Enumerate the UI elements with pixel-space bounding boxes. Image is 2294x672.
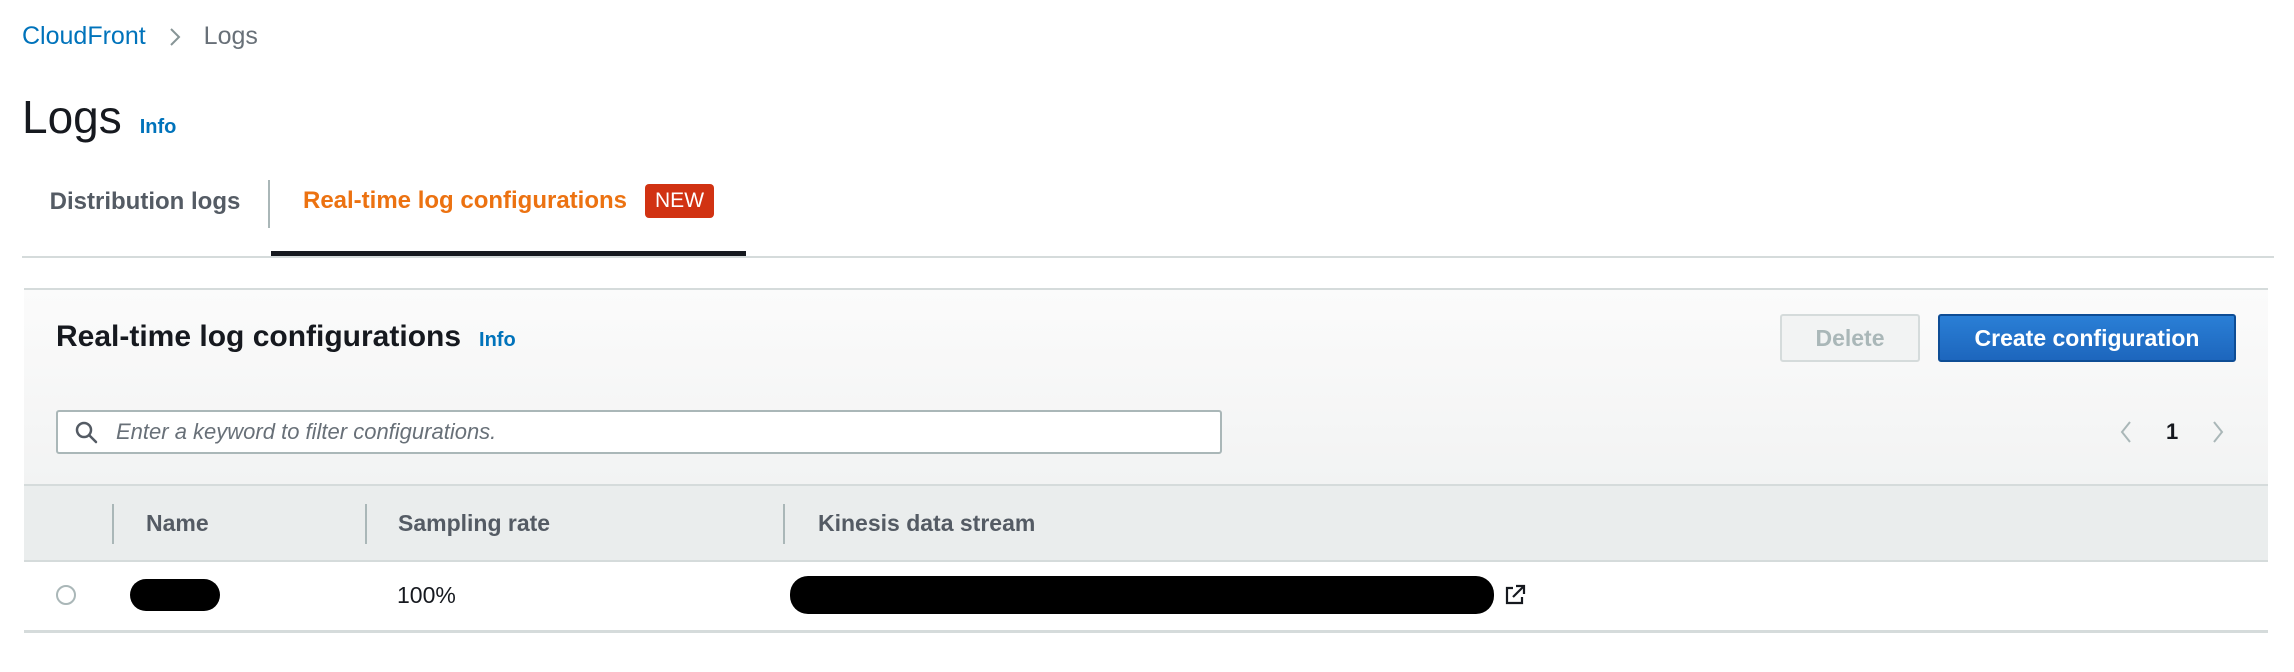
- tab-real-time-log-configurations[interactable]: Real-time log configurations NEW: [271, 176, 746, 256]
- tab-label: Real-time log configurations: [302, 186, 628, 214]
- new-badge: NEW: [645, 183, 715, 218]
- sampling-rate-cell: 100%: [397, 581, 456, 608]
- current-page-number[interactable]: 1: [2166, 419, 2178, 445]
- chevron-left-icon[interactable]: [2116, 417, 2136, 447]
- search-field[interactable]: [56, 410, 1222, 454]
- page: CloudFront Logs Logs Info Distribution l…: [0, 0, 2294, 672]
- chevron-right-icon: [168, 26, 182, 48]
- redacted-name: [130, 579, 220, 611]
- column-header-sampling-rate[interactable]: Sampling rate: [398, 486, 550, 560]
- chevron-right-icon[interactable]: [2208, 417, 2228, 447]
- tabs: Distribution logs Real-time log configur…: [22, 176, 2274, 258]
- section-header: Real-time log configurations Info: [56, 320, 516, 354]
- section-info-link[interactable]: Info: [479, 329, 516, 352]
- column-separator: [783, 504, 785, 544]
- delete-button[interactable]: Delete: [1780, 314, 1920, 362]
- name-cell: [130, 562, 220, 628]
- breadcrumb-current: Logs: [203, 22, 258, 50]
- tab-divider: [268, 180, 270, 228]
- configurations-table-container: Real-time log configurations Info Delete…: [24, 288, 2268, 633]
- tab-inner: Real-time log configurations NEW: [302, 183, 715, 218]
- breadcrumb: CloudFront Logs: [22, 22, 258, 51]
- external-link-icon[interactable]: [1502, 582, 1528, 608]
- breadcrumb-cloudfront-link[interactable]: CloudFront: [22, 22, 146, 51]
- table-row[interactable]: 100%: [24, 562, 2268, 628]
- table-header: Name Sampling rate Kinesis data stream: [24, 484, 2268, 562]
- search-input[interactable]: [114, 418, 1198, 446]
- page-info-link[interactable]: Info: [140, 116, 177, 139]
- tab-distribution-logs[interactable]: Distribution logs: [22, 176, 268, 254]
- section-title: Real-time log configurations: [56, 320, 462, 353]
- redacted-kinesis-stream: [790, 576, 1494, 614]
- search-icon: [74, 420, 98, 444]
- row-select-cell: [56, 562, 76, 628]
- page-title: Logs: [22, 91, 122, 143]
- column-separator: [112, 504, 114, 544]
- column-header-name[interactable]: Name: [146, 486, 209, 560]
- row-select-radio[interactable]: [56, 585, 76, 605]
- kinesis-data-stream-cell: [790, 562, 1528, 628]
- create-configuration-button[interactable]: Create configuration: [1938, 314, 2236, 362]
- container-header: Real-time log configurations Info Delete…: [24, 290, 2268, 484]
- column-header-kinesis-data-stream[interactable]: Kinesis data stream: [818, 486, 1035, 560]
- page-header: Logs Info: [22, 90, 176, 144]
- column-separator: [365, 504, 367, 544]
- tab-label: Distribution logs: [49, 188, 241, 215]
- pagination: 1: [2116, 414, 2228, 450]
